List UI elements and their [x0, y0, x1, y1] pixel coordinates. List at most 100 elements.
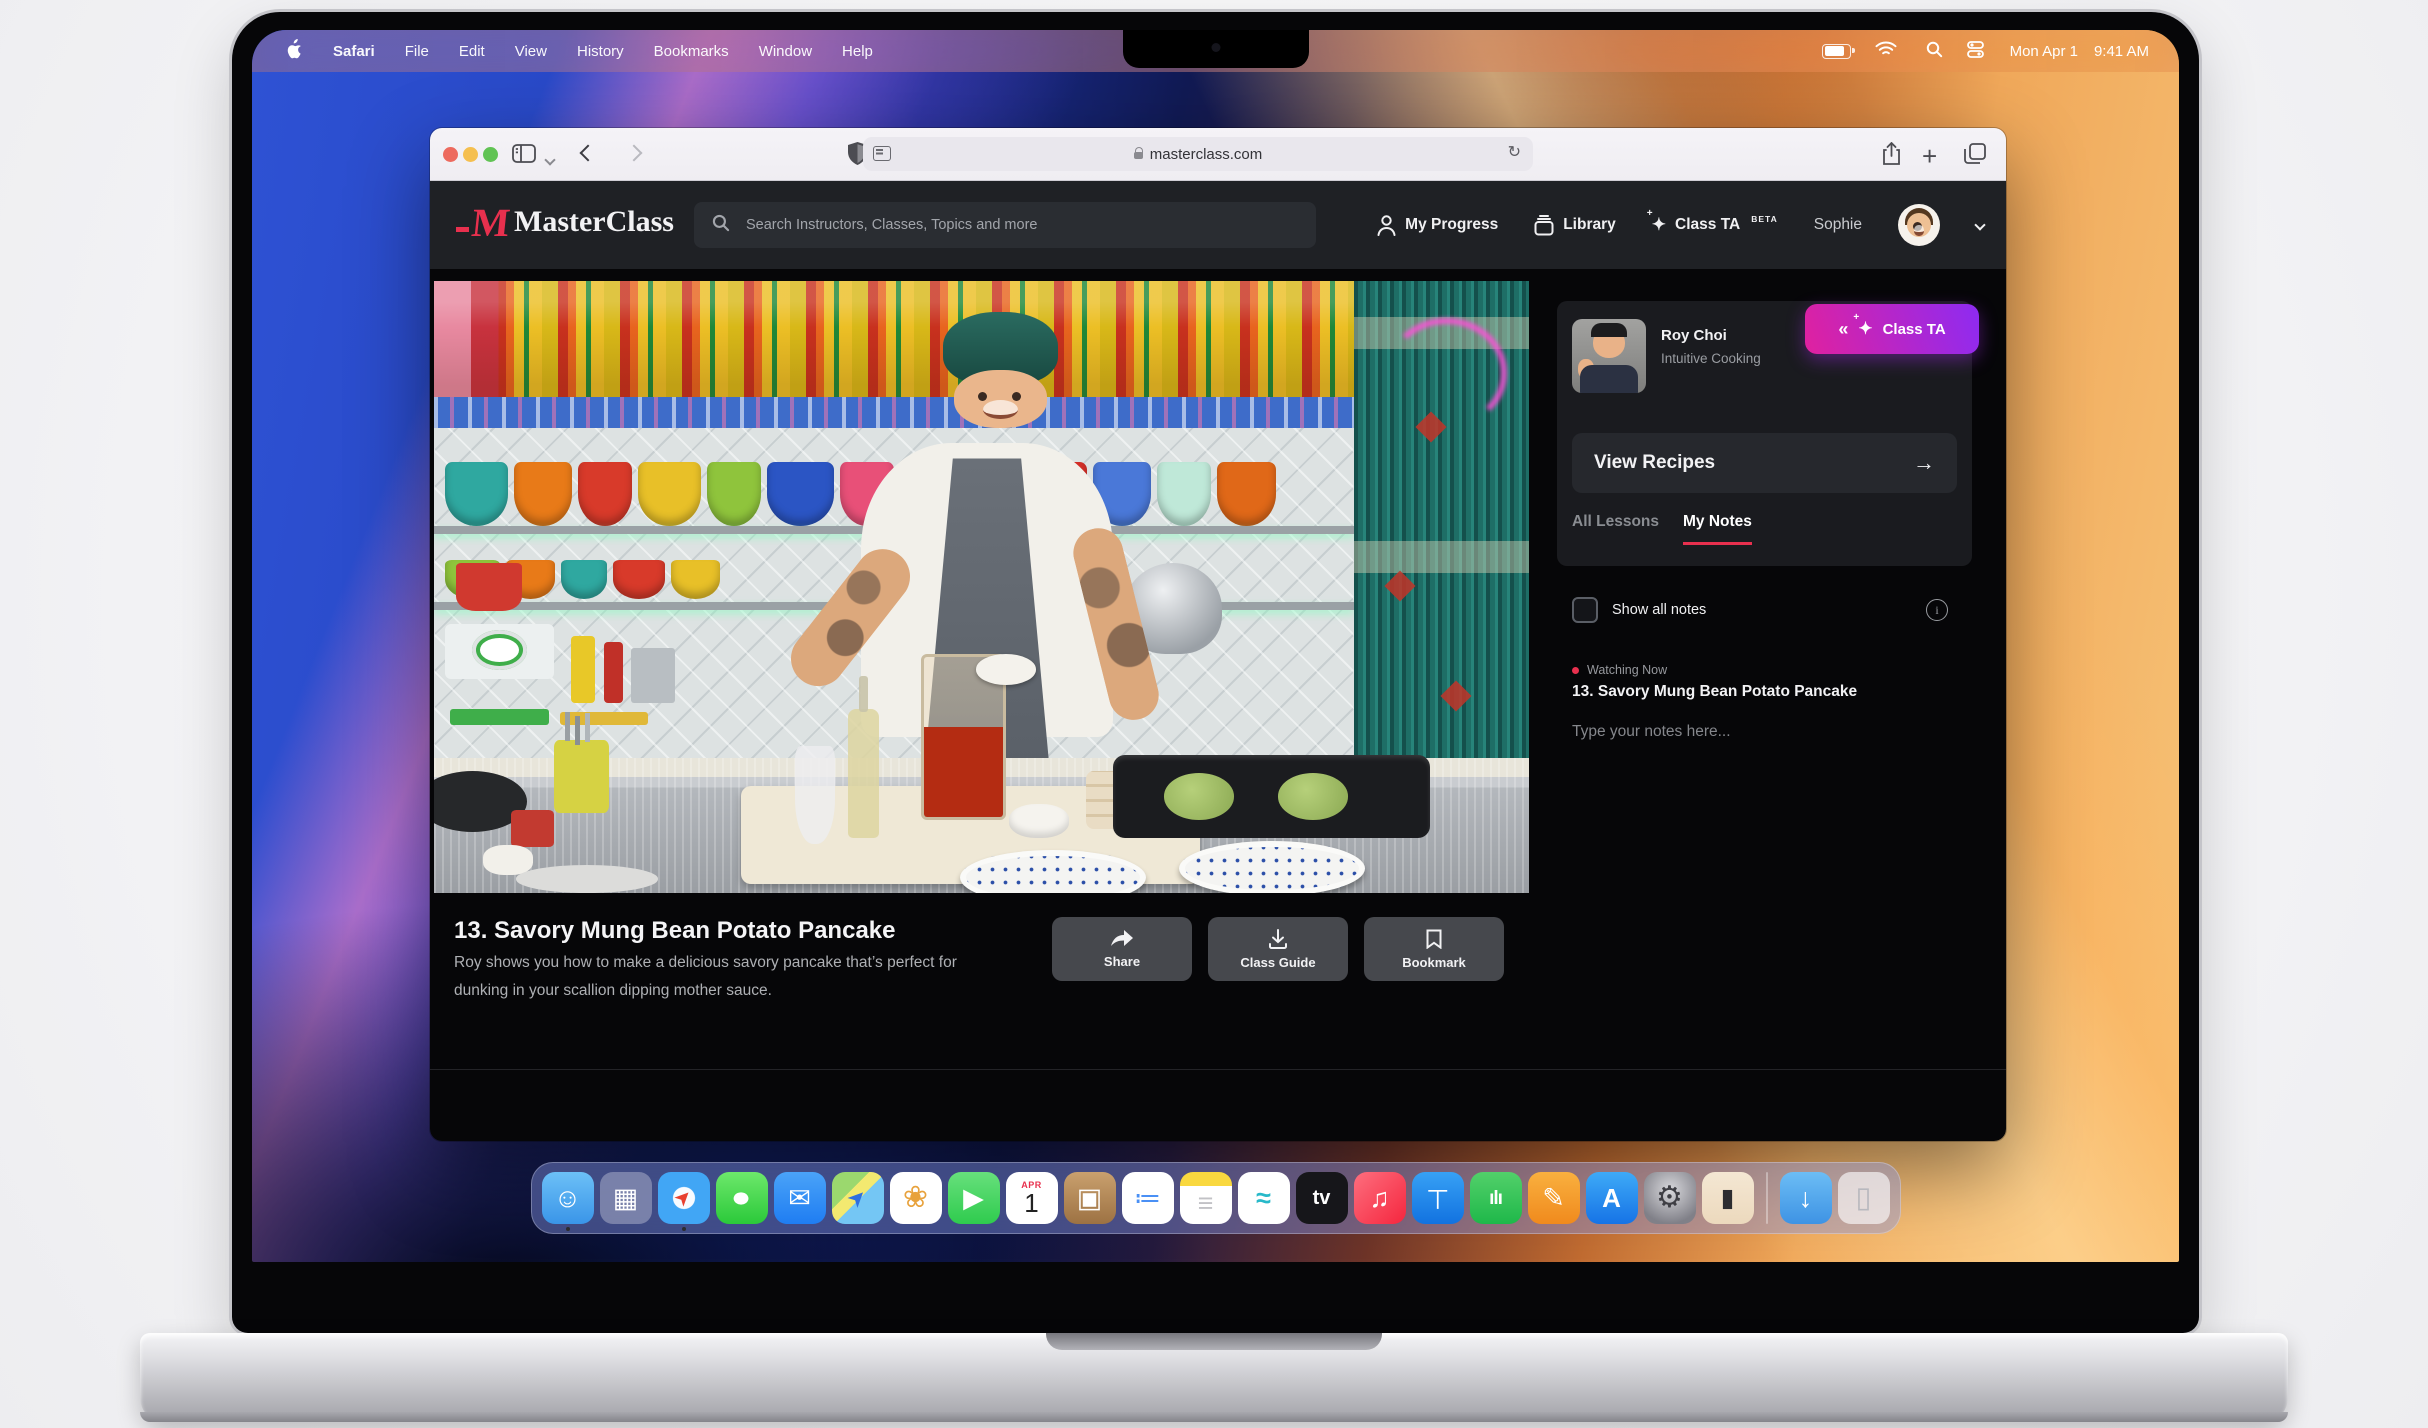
dock-icon[interactable]: ≔ — [1122, 1172, 1174, 1224]
zoom-window-button[interactable] — [483, 147, 498, 162]
share-arrow-icon — [1111, 930, 1133, 948]
dock-icon[interactable]: ♫ — [1354, 1172, 1406, 1224]
nav-library[interactable]: Library — [1534, 215, 1616, 236]
dock-icon[interactable]: ❀ — [890, 1172, 942, 1224]
back-button[interactable] — [582, 146, 594, 164]
sparkle-icon: ✦ — [1858, 319, 1872, 339]
dock-icon[interactable]: ▦ — [600, 1172, 652, 1224]
share-icon[interactable] — [1882, 142, 1901, 171]
dotted-plate — [1179, 841, 1365, 893]
dock-separator — [1766, 1172, 1768, 1224]
menu-bar-item[interactable]: History — [577, 43, 624, 60]
dock-icon[interactable]: ılı — [1470, 1172, 1522, 1224]
battery-icon[interactable] — [1822, 44, 1851, 59]
sidebar-toggle-icon[interactable] — [512, 144, 536, 168]
dock-icon[interactable]: ➤ — [658, 1172, 710, 1224]
prep-tray — [516, 865, 658, 893]
control-center-icon[interactable] — [1967, 41, 1986, 62]
menu-bar-date: Mon Apr 1 — [2010, 43, 2078, 60]
lesson-description: Roy shows you how to make a delicious sa… — [454, 949, 999, 1005]
bookmark-button[interactable]: Bookmark — [1364, 917, 1504, 981]
menu-bar-item[interactable]: Bookmarks — [654, 43, 729, 60]
class-guide-button[interactable]: Class Guide — [1208, 917, 1348, 981]
new-tab-icon[interactable]: + — [1922, 141, 1937, 172]
dock-icon[interactable]: ⊥ — [1412, 1172, 1464, 1224]
tab-all-lessons[interactable]: All Lessons — [1572, 513, 1659, 545]
instructor-thumbnail — [1572, 319, 1646, 393]
sidebar-chevron-icon[interactable] — [546, 151, 554, 169]
dock-icon[interactable]: ⚙ — [1644, 1172, 1696, 1224]
menu-bar-clock[interactable]: Mon Apr 1 9:41 AM — [2010, 43, 2149, 60]
macbook-base — [140, 1333, 2288, 1422]
dock-icon[interactable]: ▮ — [1702, 1172, 1754, 1224]
dock-icon[interactable]: ≡ — [1180, 1172, 1232, 1224]
site-search[interactable] — [694, 202, 1316, 248]
class-ta-collapse-button[interactable]: « ✦ Class TA — [1805, 304, 1979, 354]
menu-bar-item[interactable]: View — [515, 43, 547, 60]
menu-bar-item[interactable]: File — [405, 43, 429, 60]
dock-icon[interactable]: ● — [716, 1172, 768, 1224]
site-nav: My Progress Library ✦ Class TA BETA — [1377, 181, 1984, 269]
dock-icon[interactable]: ▣ — [1064, 1172, 1116, 1224]
dock-icon[interactable]: ➤ — [832, 1172, 884, 1224]
arrow-right-icon: → — [1913, 450, 1935, 476]
page-divider — [430, 1069, 2006, 1070]
dock-icon[interactable]: APR 1 — [1006, 1172, 1058, 1224]
oil-bottle — [848, 709, 879, 838]
safari-toolbar: masterclass.com ↻ + — [430, 128, 2006, 181]
tab-overview-icon[interactable] — [1964, 143, 1986, 170]
tab-my-notes[interactable]: My Notes — [1683, 513, 1752, 545]
address-url: masterclass.com — [1150, 146, 1263, 163]
address-bar[interactable]: masterclass.com ↻ — [863, 137, 1533, 171]
green-cutting-board — [450, 709, 549, 724]
dock-icon[interactable]: A — [1586, 1172, 1638, 1224]
hot-sauce-bottle — [604, 642, 624, 703]
dock-icon[interactable]: ✉ — [774, 1172, 826, 1224]
minimize-window-button[interactable] — [463, 147, 478, 162]
macbook-lid: Safari File Edit View History Bookmarks — [232, 12, 2199, 1333]
close-window-button[interactable] — [443, 147, 458, 162]
user-avatar[interactable] — [1898, 204, 1940, 246]
menu-bar-item[interactable]: Safari — [333, 43, 375, 60]
site-header: M MasterClass My Progress — [430, 181, 2006, 269]
electric-griddle — [1113, 755, 1431, 838]
red-mug — [511, 810, 555, 847]
panel-class-name: Intuitive Cooking — [1661, 351, 1761, 366]
show-all-notes-checkbox[interactable] — [1572, 597, 1598, 623]
brand-wordmark[interactable]: MasterClass — [514, 205, 674, 239]
dipping-bowl — [1009, 804, 1069, 838]
view-recipes-button[interactable]: View Recipes → — [1572, 433, 1957, 493]
pancake — [1164, 773, 1234, 819]
lid-groove — [1046, 1333, 1382, 1350]
camera-dot — [1211, 43, 1220, 52]
dock-icon[interactable]: ▯ — [1838, 1172, 1890, 1224]
share-button[interactable]: Share — [1052, 917, 1192, 981]
dock-icon[interactable]: ✎ — [1528, 1172, 1580, 1224]
dock-icon[interactable]: ↓ — [1780, 1172, 1832, 1224]
notes-input[interactable]: Type your notes here... — [1572, 723, 1731, 741]
forward-button[interactable] — [628, 146, 640, 164]
wifi-icon[interactable] — [1875, 41, 1901, 61]
dock-icon[interactable]: ▶ — [948, 1172, 1000, 1224]
dock-icon[interactable]: tv — [1296, 1172, 1348, 1224]
reload-icon[interactable]: ↻ — [1508, 142, 1521, 162]
video-player[interactable] — [434, 281, 1529, 893]
page-settings-icon[interactable] — [873, 146, 891, 161]
instructor-face — [954, 370, 1047, 428]
menu-bar-item[interactable]: Edit — [459, 43, 485, 60]
menu-bar-item[interactable]: Help — [842, 43, 873, 60]
account-chevron-down-icon[interactable] — [1976, 216, 1984, 234]
menu-bar-item[interactable]: Window — [759, 43, 812, 60]
show-all-notes-row: Show all notes — [1572, 597, 1706, 623]
nav-my-progress[interactable]: My Progress — [1377, 215, 1498, 236]
info-icon[interactable]: i — [1926, 599, 1948, 621]
nav-class-ta[interactable]: ✦ Class TA BETA — [1652, 215, 1778, 235]
dock-icon[interactable]: ≈ — [1238, 1172, 1290, 1224]
watching-now-dot — [1572, 667, 1579, 674]
apple-menu-icon[interactable] — [286, 39, 303, 63]
account-menu[interactable]: Sophie — [1814, 216, 1862, 234]
dock-icon[interactable]: ☺ — [542, 1172, 594, 1224]
spotlight-search-icon[interactable] — [1926, 41, 1943, 62]
masterclass-logo-icon[interactable]: M — [456, 203, 510, 243]
search-input[interactable] — [744, 216, 1298, 234]
